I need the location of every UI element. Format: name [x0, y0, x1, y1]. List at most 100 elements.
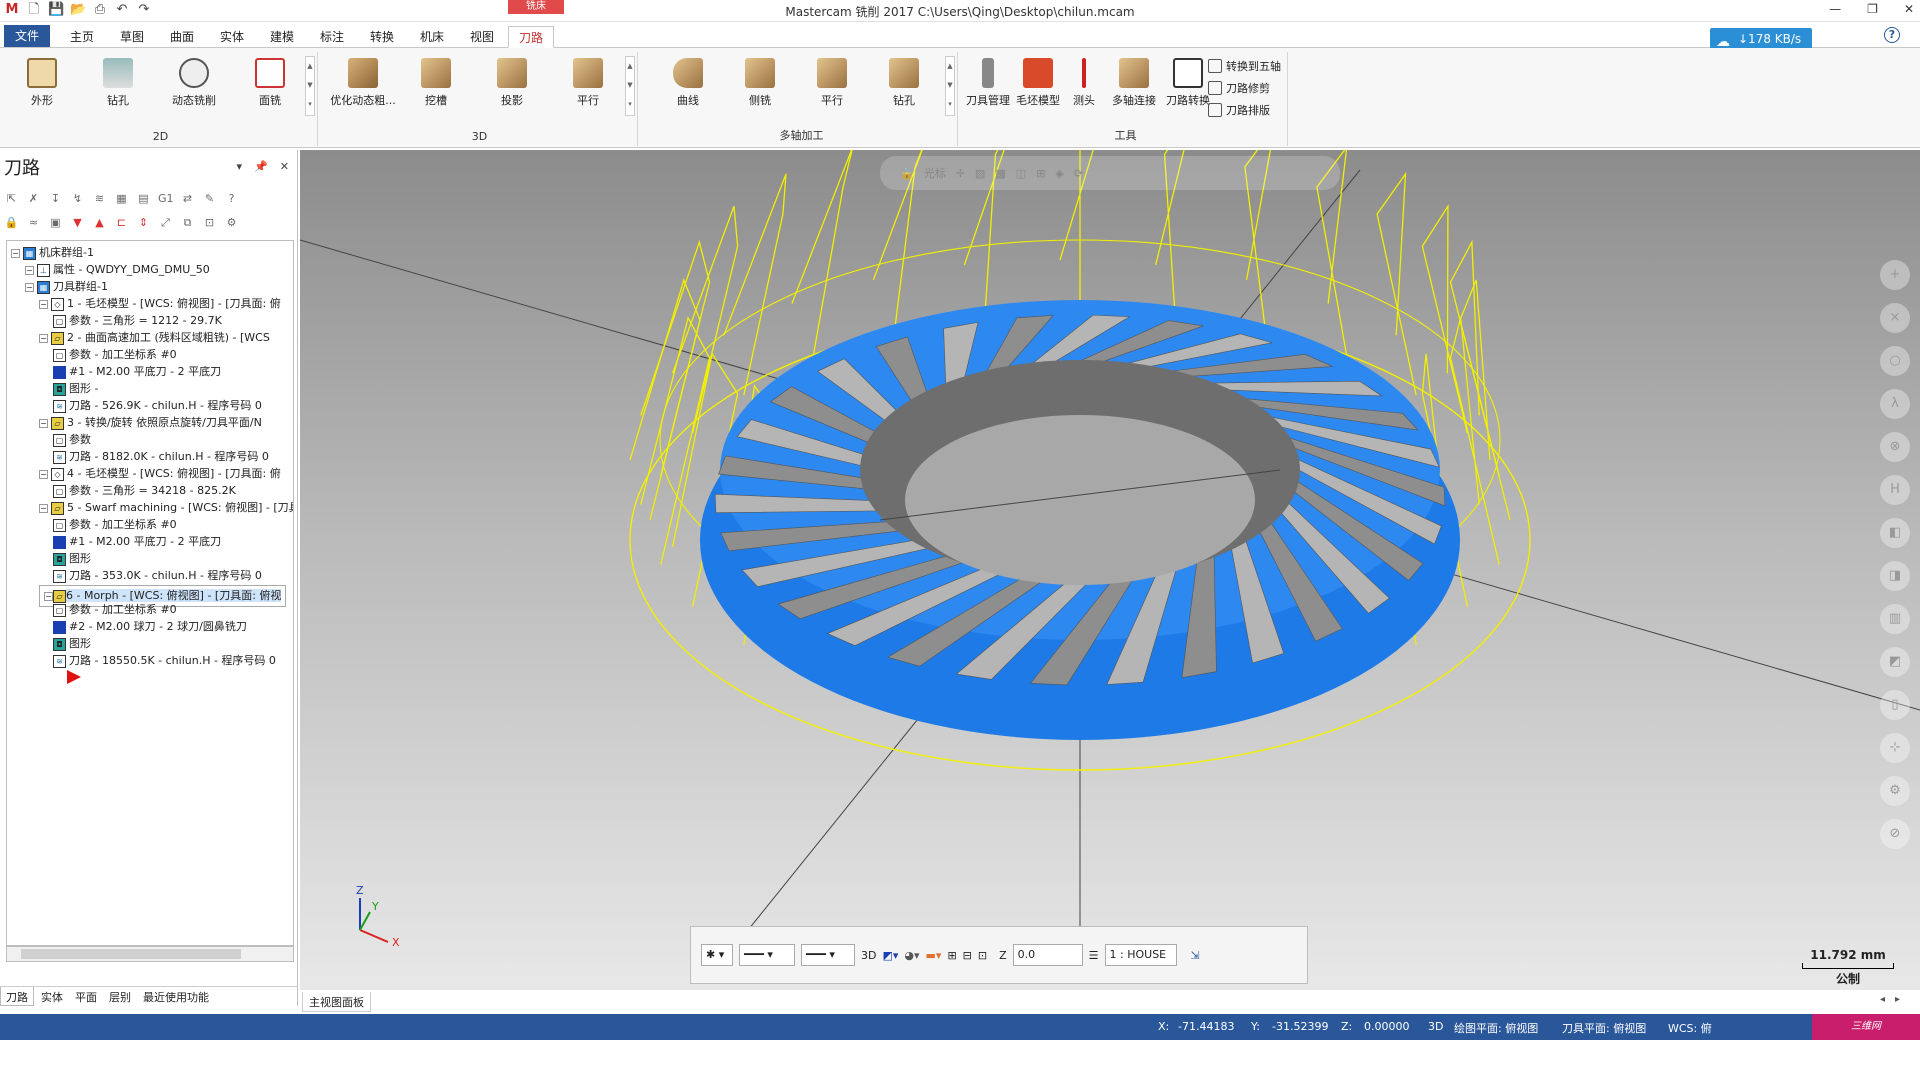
- attribute-reset-icon[interactable]: ⊡: [978, 949, 987, 962]
- pin-icon[interactable]: 📌: [254, 160, 268, 173]
- verify-select-icon[interactable]: ⟳: [1074, 167, 1083, 180]
- tree-node[interactable]: ▢ 参数 - 加工坐标系 #0: [53, 517, 177, 533]
- z-depth-input[interactable]: 0.0: [1012, 944, 1083, 966]
- insert-arrow-marker[interactable]: [67, 670, 81, 684]
- zoom-out-icon[interactable]: ×: [1880, 303, 1910, 333]
- expand-toggle-icon[interactable]: −: [39, 418, 48, 428]
- tool-manager-button[interactable]: 刀具管理: [964, 58, 1012, 108]
- panel-close-icon[interactable]: ✕: [280, 160, 289, 173]
- tab-toolpath[interactable]: 刀路: [508, 26, 554, 48]
- regen-all-icon[interactable]: ≋: [92, 191, 107, 206]
- help-small-icon[interactable]: ?: [224, 191, 239, 206]
- convert-5axis-button[interactable]: 转换到五轴: [1208, 58, 1281, 74]
- insert-arrow-icon[interactable]: ⊏: [114, 215, 129, 230]
- expand-toggle-icon[interactable]: −: [39, 503, 48, 513]
- face-select-icon[interactable]: ◫: [1016, 167, 1026, 180]
- tree-node[interactable]: #1 - M2.00 平底刀 - 2 平底刀: [53, 534, 221, 550]
- tree-node[interactable]: ▢ 参数 - 加工坐标系 #0: [53, 347, 177, 363]
- tab-home[interactable]: 主页: [60, 26, 104, 48]
- expand-toggle-icon[interactable]: −: [11, 248, 20, 258]
- expand-toggle-icon[interactable]: −: [44, 592, 53, 601]
- tree-node[interactable]: − ▱ 5 - Swarf machining - [WCS: 俯视图] - [刀具: [39, 500, 293, 516]
- solid-color-icon[interactable]: ◕▾: [904, 949, 919, 962]
- snap-icon[interactable]: ✛: [956, 167, 965, 180]
- clear-colors-icon[interactable]: ⊞: [947, 949, 956, 962]
- tree-horizontal-scrollbar[interactable]: [6, 946, 294, 962]
- post-icon[interactable]: G1: [158, 191, 174, 206]
- show-selected-icon[interactable]: ⤢: [158, 215, 173, 230]
- scroll-arrow-icon[interactable]: ⇕: [136, 215, 151, 230]
- tab-recent-panel[interactable]: 最近使用功能: [138, 987, 214, 1006]
- move-up-icon[interactable]: ▲: [92, 215, 107, 230]
- tree-node[interactable]: − ▦ 刀具群组-1: [25, 279, 108, 295]
- minimize-button[interactable]: —: [1829, 2, 1841, 16]
- material-color-icon[interactable]: ▬▾: [926, 949, 942, 962]
- shaded-icon[interactable]: ◨: [1880, 561, 1910, 591]
- tab-solid[interactable]: 实体: [210, 26, 254, 48]
- tree-node[interactable]: − ▱ 2 - 曲面高速加工 (残料区域粗铣) - [WCS: [39, 330, 270, 346]
- tree-node[interactable]: #1 - M2.00 平底刀 - 2 平底刀: [53, 364, 221, 380]
- select-failed-icon[interactable]: ↧: [48, 191, 63, 206]
- help-icon[interactable]: ?: [1884, 27, 1900, 43]
- tab-levels-panel[interactable]: 层别: [104, 987, 136, 1006]
- deselect-icon[interactable]: ✗: [26, 191, 41, 206]
- tree-node[interactable]: − ◇ 4 - 毛坯模型 - [WCS: 俯视图] - [刀具面: 俯: [39, 466, 281, 482]
- status-tplane[interactable]: 刀具平面: 俯视图: [1562, 1020, 1646, 1036]
- sections-icon[interactable]: ▯: [1880, 690, 1910, 720]
- status-cplane[interactable]: 绘图平面: 俯视图: [1454, 1020, 1538, 1036]
- tree-node[interactable]: ▢ 参数 - 三角形 = 34218 - 825.2K: [53, 483, 236, 499]
- line-width-select[interactable]: ━━━ ▾: [801, 944, 855, 966]
- expand-icon[interactable]: ⊡: [202, 215, 217, 230]
- tab-transform[interactable]: 转换: [360, 26, 404, 48]
- pan-icon[interactable]: λ: [1880, 389, 1910, 419]
- tree-node[interactable]: ◘ 图形: [53, 551, 91, 567]
- measure-icon[interactable]: ⊹: [1880, 733, 1910, 763]
- fit-icon[interactable]: H: [1880, 475, 1910, 505]
- dimension-mode[interactable]: 3D: [861, 949, 876, 962]
- trim-toolpath-button[interactable]: 刀路修剪: [1208, 80, 1270, 96]
- curve-button[interactable]: 曲线: [656, 58, 720, 108]
- tree-node[interactable]: ◘ 图形 -: [53, 381, 98, 397]
- tree-node[interactable]: ≋ 刀路 - 353.0K - chilun.H - 程序号码 0: [53, 568, 262, 584]
- tree-node[interactable]: ≋ 刀路 - 18550.5K - chilun.H - 程序号码 0: [53, 653, 276, 669]
- close-button[interactable]: ✕: [1904, 2, 1914, 16]
- toolpath-transform-button[interactable]: 刀路转换: [1162, 58, 1214, 108]
- cursor-label[interactable]: 光标: [924, 165, 946, 181]
- select-all-icon[interactable]: ⇱: [4, 191, 19, 206]
- gear-model[interactable]: Z X Y: [300, 150, 1920, 990]
- copy-icon[interactable]: ⧉: [180, 215, 195, 230]
- solid-select-icon[interactable]: ▩: [995, 167, 1005, 180]
- stock-model-button[interactable]: 毛坯模型: [1014, 58, 1062, 108]
- expand-toggle-icon[interactable]: −: [25, 282, 34, 292]
- wireframe-icon[interactable]: ◧: [1880, 518, 1910, 548]
- pocket-button[interactable]: 挖槽: [404, 58, 468, 108]
- tree-node[interactable]: ▢ 参数 - 加工坐标系 #0: [53, 602, 177, 618]
- contour-button[interactable]: 外形: [10, 58, 74, 108]
- parallel-multi-button[interactable]: 平行: [800, 58, 864, 108]
- zoom-in-icon[interactable]: +: [1880, 260, 1910, 290]
- probe-button[interactable]: 测头: [1064, 58, 1104, 108]
- tree-node[interactable]: ▢ 参数: [53, 432, 91, 448]
- status-wcs[interactable]: WCS: 俯: [1668, 1020, 1712, 1036]
- translucent-icon[interactable]: ▥: [1880, 604, 1910, 634]
- tab-dimension[interactable]: 标注: [310, 26, 354, 48]
- tab-toolpaths-panel[interactable]: 刀路: [0, 987, 34, 1006]
- tree-node[interactable]: − ⊥ 属性 - QWDYY_DMG_DMU_50: [25, 262, 210, 278]
- toggle-post-icon[interactable]: ▣: [48, 215, 63, 230]
- tab-planes-panel[interactable]: 平面: [70, 987, 102, 1006]
- tab-view[interactable]: 视图: [460, 26, 504, 48]
- optirough-button[interactable]: 优化动态粗...: [328, 58, 398, 108]
- edge-select-icon[interactable]: ⊞: [1036, 167, 1045, 180]
- rotate-icon[interactable]: ○: [1880, 346, 1910, 376]
- vertex-select-icon[interactable]: ◈: [1055, 167, 1063, 180]
- wire-color-icon[interactable]: ◩▾: [882, 949, 898, 962]
- backplot-icon[interactable]: ▦: [114, 191, 129, 206]
- face-mill-button[interactable]: 面铣: [238, 58, 302, 108]
- restore-button[interactable]: ❐: [1867, 2, 1878, 16]
- tab-solids-panel[interactable]: 实体: [36, 987, 68, 1006]
- expand-toggle-icon[interactable]: −: [25, 265, 34, 275]
- delete-icon[interactable]: ✎: [202, 191, 217, 206]
- clear-icon[interactable]: ⊘: [1880, 819, 1910, 849]
- status-3d-mode[interactable]: 3D: [1428, 1020, 1443, 1033]
- line-style-select[interactable]: ━━━ ▾: [739, 944, 795, 966]
